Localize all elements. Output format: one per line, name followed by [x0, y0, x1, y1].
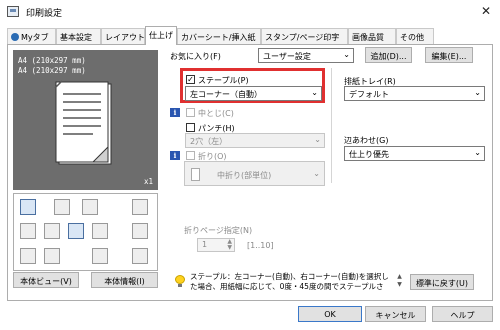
- sort-icon[interactable]: [82, 199, 98, 215]
- fold-page-label: 折りページ指定(N): [184, 226, 253, 235]
- tab-basic[interactable]: 基本設定: [56, 28, 101, 45]
- ok-button[interactable]: OK: [298, 306, 362, 322]
- cancel-button[interactable]: キャンセル: [365, 306, 426, 322]
- user-stamp-icon[interactable]: [44, 248, 60, 264]
- status-message: ステープル：左コーナー(自動)、右コーナー(自動)を選択し た場合、用紙幅に応じ…: [190, 272, 389, 291]
- preview-output-size: A4 (210x297 mm): [18, 66, 86, 75]
- fold-mode-select: 中折り(部単位) ⌄: [184, 161, 325, 186]
- close-icon[interactable]: ✕: [481, 4, 491, 18]
- chevron-down-icon: ⌄: [311, 88, 318, 97]
- window-title: 印刷設定: [26, 9, 63, 19]
- duplex-icon[interactable]: [20, 223, 36, 239]
- tab-cover-insert[interactable]: カバーシート/挿入紙: [177, 28, 261, 45]
- document-preview-icon: [54, 80, 112, 165]
- chevron-down-icon: ⌄: [343, 50, 350, 59]
- tab-mytab[interactable]: Myタブ: [7, 28, 56, 45]
- tab-image-quality[interactable]: 画像品質: [348, 28, 396, 45]
- staple-checkbox[interactable]: ✓: [186, 75, 195, 84]
- rotate-icon[interactable]: [132, 199, 148, 215]
- title-bar: 印刷設定 ✕: [0, 0, 500, 24]
- chevron-down-icon: ⌄: [314, 135, 321, 144]
- quality-icon[interactable]: [132, 248, 148, 264]
- printer-info-button[interactable]: 本体情報(I): [91, 272, 158, 288]
- cover-icon[interactable]: [20, 248, 36, 264]
- user-icon: [11, 33, 19, 41]
- favorites-label: お気に入り(F): [170, 52, 221, 61]
- section-divider: [331, 68, 332, 183]
- center-staple-label: 中とじ(C): [198, 109, 234, 118]
- staple-icon[interactable]: [68, 223, 84, 239]
- edge-alignment-select[interactable]: 仕上り優先 ⌄: [344, 146, 485, 161]
- finishing-icon-grid: [13, 193, 158, 271]
- help-button[interactable]: ヘルプ: [432, 306, 493, 322]
- info-icon[interactable]: i: [170, 151, 180, 160]
- punch-select: 2穴（左） ⌄: [185, 133, 325, 148]
- staple-label: ステープル(P): [198, 76, 249, 85]
- page-number-icon[interactable]: [92, 248, 108, 264]
- edge-alignment-label: 辺あわせ(G): [344, 136, 389, 145]
- chevron-down-icon: ⌄: [313, 169, 320, 178]
- restore-default-button[interactable]: 標準に戻す(U): [410, 274, 474, 290]
- staple-position-select[interactable]: 左コーナー（自動） ⌄: [185, 86, 322, 101]
- favorites-select[interactable]: ユーザー設定 ⌄: [258, 48, 354, 63]
- tab-layout[interactable]: レイアウト: [101, 28, 145, 45]
- fold-icon[interactable]: [132, 223, 148, 239]
- center-staple-checkbox: [186, 108, 195, 117]
- edit-favorite-button[interactable]: 編集(E)...: [425, 47, 473, 63]
- printer-settings-icon: [7, 6, 19, 17]
- add-favorite-button[interactable]: 追加(D)...: [365, 47, 412, 63]
- info-icon[interactable]: i: [170, 108, 180, 117]
- punch-checkbox[interactable]: [186, 123, 195, 132]
- fold-checkbox: [186, 151, 195, 160]
- spinner-down-icon: ▼: [227, 244, 232, 251]
- printer-view-button[interactable]: 本体ビュー(V): [13, 272, 79, 288]
- preview-paper-size: A4 (210x297 mm): [18, 56, 86, 65]
- tab-finishing[interactable]: 仕上げ: [145, 26, 177, 45]
- lightbulb-icon: [175, 275, 185, 287]
- preview-pane: A4 (210x297 mm) A4 (210x297 mm) x1: [13, 50, 158, 190]
- fold-page-range: [1..10]: [247, 241, 274, 250]
- chevron-down-icon: ⌄: [474, 88, 481, 97]
- chevron-down-icon: ⌄: [474, 148, 481, 157]
- tab-other[interactable]: その他: [396, 28, 434, 45]
- message-scrollbar[interactable]: ▲ ▼: [396, 273, 403, 291]
- fold-page-icon: [191, 168, 200, 181]
- output-tray-select[interactable]: デフォルト ⌄: [344, 86, 485, 101]
- punch-icon[interactable]: [92, 223, 108, 239]
- paper-icon[interactable]: [54, 199, 70, 215]
- fold-page-spinner: 1 ▲ ▼: [197, 238, 235, 252]
- booklet-icon[interactable]: [44, 223, 60, 239]
- output-icon[interactable]: [20, 199, 36, 215]
- preview-copies: x1: [143, 177, 153, 186]
- tab-stamp-page-print[interactable]: スタンプ/ページ印字: [261, 28, 348, 45]
